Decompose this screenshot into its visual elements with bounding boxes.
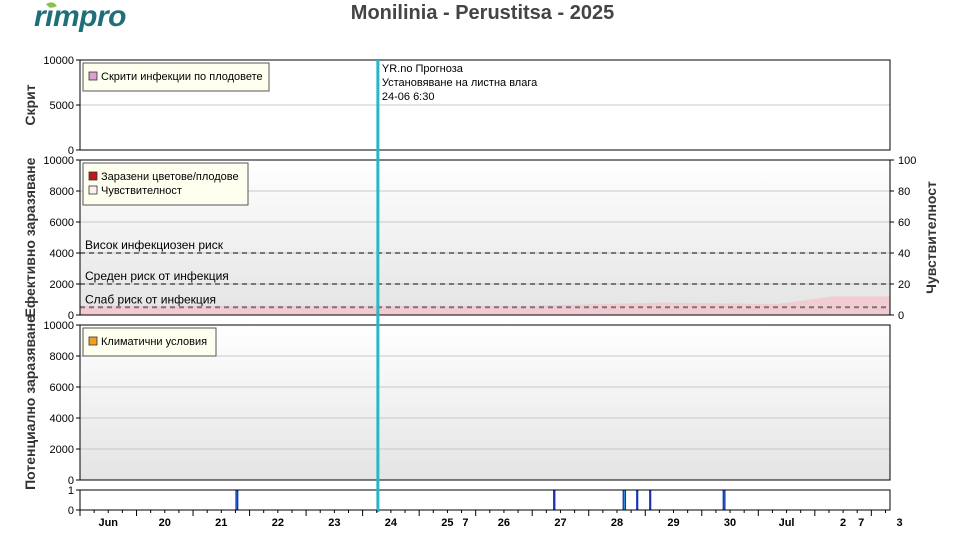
threshold-label: Слаб риск от инфекция xyxy=(85,292,216,306)
wet-period-edge xyxy=(650,490,652,510)
legend-entry: Скрити инфекции по плодовете xyxy=(101,71,263,83)
wet-period-edge xyxy=(624,490,627,510)
plot-area-leaf-wetness xyxy=(80,490,890,510)
wet-period-edge xyxy=(553,490,555,510)
x-tick-label: 7 xyxy=(462,517,468,529)
wet-period-edge xyxy=(722,490,724,510)
y2-tick-label: 20 xyxy=(898,279,910,291)
x-tick-label: 30 xyxy=(724,517,736,529)
x-tick-label: 2 xyxy=(840,517,846,529)
threshold-label: Висок инфекциозен риск xyxy=(85,238,224,252)
chart-canvas: 0 5000 10000 Скрити инфекции по плодовете Ск… xyxy=(22,55,939,529)
legend-box xyxy=(82,162,249,206)
x-tick-label: 23 xyxy=(328,517,340,529)
forecast-label: 24-06 6:30 xyxy=(382,91,435,103)
x-tick-label: 29 xyxy=(667,517,679,529)
x-tick-label: 3 xyxy=(897,517,903,529)
legend-entry: Климатични условия xyxy=(101,336,207,348)
y2-axis-label: Чувствителност xyxy=(923,181,939,294)
x-tick-label: Jul xyxy=(779,517,795,529)
y-tick-label: 6000 xyxy=(50,217,74,229)
legend-swatch xyxy=(88,171,98,181)
y-tick-label: 8000 xyxy=(50,186,74,198)
legend-swatch xyxy=(88,336,98,346)
forecast-label: Установяване на листна влага xyxy=(382,77,538,89)
y-axis-label: Ефективно заразяване xyxy=(22,157,38,317)
y2-tick-label: 0 xyxy=(898,310,904,322)
wet-period-edge xyxy=(622,490,624,510)
y-axis-label: Потенциално заразяване xyxy=(22,315,38,490)
y-tick-label: 0 xyxy=(68,505,74,517)
y2-tick-label: 100 xyxy=(898,155,916,167)
y2-tick-label: 60 xyxy=(898,217,910,229)
y2-tick-label: 80 xyxy=(898,186,910,198)
x-tick-label: 7 xyxy=(858,517,864,529)
y-tick-label: 4000 xyxy=(50,248,74,260)
x-tick-label: 21 xyxy=(215,517,227,529)
y-tick-label: 8000 xyxy=(50,351,74,363)
wet-period-edge xyxy=(554,490,556,510)
wet-period-edge xyxy=(724,490,726,510)
y-tick-label: 5000 xyxy=(50,100,74,112)
y-tick-label: 4000 xyxy=(50,413,74,425)
x-tick-label: Jun xyxy=(98,517,118,529)
legend-swatch xyxy=(88,185,98,195)
y-tick-label: 10000 xyxy=(43,320,74,332)
forecast-label: YR.no Прогноза xyxy=(382,63,464,75)
y-tick-label: 2000 xyxy=(50,279,74,291)
y-axis-label: Скрит xyxy=(22,84,38,125)
x-tick-label: 28 xyxy=(611,517,623,529)
y-tick-label: 6000 xyxy=(50,382,74,394)
y-tick-label: 2000 xyxy=(50,444,74,456)
wet-period-edge xyxy=(237,490,239,510)
x-tick-label: 26 xyxy=(498,517,510,529)
x-tick-label: 25 xyxy=(441,517,453,529)
x-tick-label: 20 xyxy=(159,517,171,529)
y-tick-label: 10000 xyxy=(43,55,74,67)
y-tick-label: 10000 xyxy=(43,155,74,167)
wet-period-edge xyxy=(637,490,639,510)
wet-period-edge xyxy=(235,490,237,510)
x-tick-label: 24 xyxy=(385,517,398,529)
legend-swatch xyxy=(88,71,98,81)
legend-entry: Чувствителност xyxy=(101,185,182,197)
x-tick-label: 27 xyxy=(554,517,566,529)
y-tick-label: 1 xyxy=(68,485,74,497)
x-tick-label: 22 xyxy=(272,517,284,529)
threshold-label: Среден риск от инфекция xyxy=(85,269,229,283)
y2-tick-label: 40 xyxy=(898,248,910,260)
legend-entry: Заразени цветове/плодове xyxy=(101,171,239,183)
